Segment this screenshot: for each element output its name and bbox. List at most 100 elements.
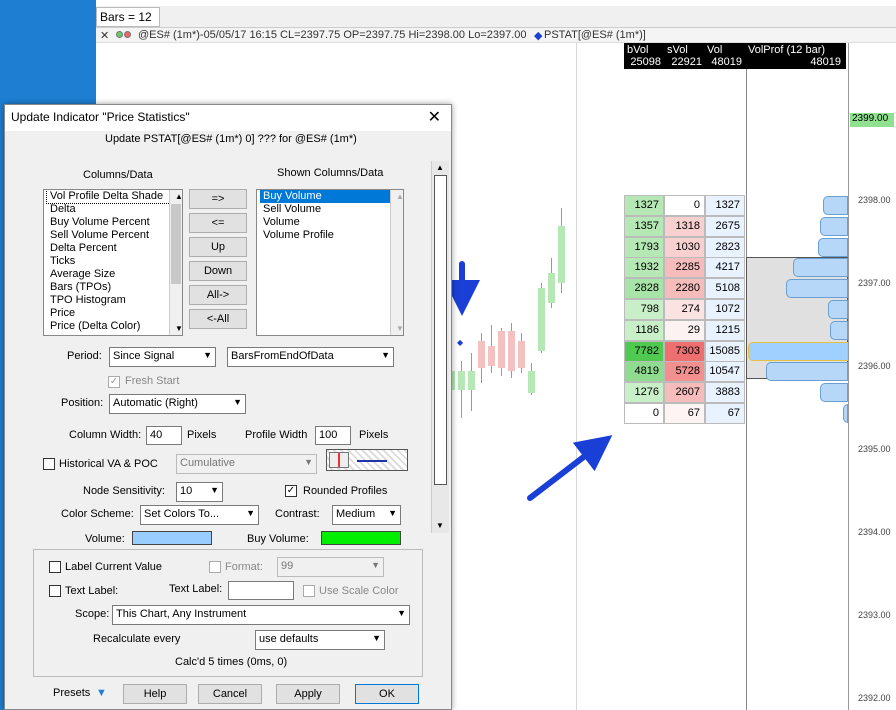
list-scroll-thumb[interactable] bbox=[171, 204, 181, 284]
list-item[interactable]: Vol Profile Delta Shade bbox=[46, 190, 182, 204]
volume-color-label: Volume: bbox=[85, 533, 125, 545]
svol-cell: 2285 bbox=[664, 257, 705, 279]
available-columns-list[interactable]: Vol Profile Delta Shade Delta Buy Volume P… bbox=[43, 189, 183, 336]
position-select[interactable]: Automatic (Right) ▼ bbox=[109, 394, 246, 414]
label-current-checkbox[interactable] bbox=[49, 561, 61, 573]
bvol-cell: 4819 bbox=[624, 361, 664, 383]
list-scrollbar[interactable]: ▲ ▼ bbox=[169, 190, 182, 335]
vol-cell: 10547 bbox=[705, 361, 745, 383]
historical-va-select[interactable]: Cumulative ▼ bbox=[176, 454, 317, 474]
period-select[interactable]: Since Signal ▼ bbox=[109, 347, 216, 367]
scope-value: This Chart, Any Instrument bbox=[116, 608, 247, 620]
svol-cell: 0 bbox=[664, 195, 705, 216]
svol-cell: 5728 bbox=[664, 361, 705, 383]
remove-column-button[interactable]: <= bbox=[189, 213, 247, 233]
dialog-titlebar[interactable]: Update Indicator "Price Statistics" ✕ bbox=[5, 105, 451, 131]
scroll-down-icon[interactable]: ▼ bbox=[393, 322, 403, 335]
shown-columns-list[interactable]: Buy Volume Sell Volume Volume Volume Profil… bbox=[256, 189, 404, 336]
list-scrollbar[interactable]: ▲ ▼ bbox=[390, 190, 403, 335]
close-icon[interactable]: ✕ bbox=[428, 107, 441, 127]
scroll-thumb[interactable] bbox=[434, 175, 447, 485]
vol-cell: 1327 bbox=[705, 195, 745, 216]
close-icon[interactable]: ✕ bbox=[100, 29, 109, 42]
line-style-picker[interactable] bbox=[326, 449, 408, 471]
move-up-button[interactable]: Up bbox=[189, 237, 247, 257]
move-down-button[interactable]: Down bbox=[189, 261, 247, 281]
cancel-button[interactable]: Cancel bbox=[198, 684, 262, 704]
list-item[interactable]: Buy Volume Percent bbox=[47, 216, 182, 229]
node-sensitivity-select[interactable]: 10 ▼ bbox=[176, 482, 223, 502]
format-checkbox[interactable] bbox=[209, 561, 221, 573]
list-item[interactable]: Delta Percent bbox=[47, 242, 182, 255]
indicator-label[interactable]: PSTAT[@ES# (1m*)] bbox=[544, 29, 646, 41]
list-item[interactable]: Price bbox=[47, 307, 182, 320]
list-item[interactable]: Volume Profile bbox=[260, 229, 403, 242]
vol-cell: 3883 bbox=[705, 382, 745, 404]
period-type-select[interactable]: BarsFromEndOfData ▼ bbox=[227, 347, 394, 367]
list-item[interactable]: Ticks bbox=[47, 255, 182, 268]
profile-bar bbox=[830, 320, 848, 340]
update-indicator-dialog[interactable]: Update Indicator "Price Statistics" ✕ Up… bbox=[4, 104, 452, 710]
scroll-up-icon[interactable]: ▲ bbox=[393, 190, 403, 203]
chevron-down-icon: ▼ bbox=[304, 457, 313, 467]
list-item[interactable]: Volume bbox=[260, 216, 403, 229]
presets-label[interactable]: Presets bbox=[53, 687, 90, 699]
dialog-scrollbar[interactable]: ▲ ▼ bbox=[431, 161, 449, 533]
recalculate-select[interactable]: use defaults ▼ bbox=[255, 630, 385, 650]
text-label-checkbox[interactable] bbox=[49, 585, 61, 597]
scroll-up-icon[interactable]: ▲ bbox=[436, 163, 444, 172]
format-select[interactable]: 99 ▼ bbox=[277, 557, 384, 577]
fresh-start-checkbox[interactable]: ✓ bbox=[108, 376, 120, 388]
apply-button[interactable]: Apply bbox=[276, 684, 340, 704]
line-style-swatch bbox=[329, 452, 349, 468]
color-scheme-select[interactable]: Set Colors To... ▼ bbox=[140, 505, 259, 525]
bvol-cell: 0 bbox=[624, 403, 664, 424]
add-column-button[interactable]: => bbox=[189, 189, 247, 209]
vol-cell: 1215 bbox=[705, 319, 745, 341]
list-item[interactable]: TPO Histogram bbox=[47, 294, 182, 307]
use-scale-color-label: Use Scale Color bbox=[319, 585, 399, 597]
column-width-input[interactable]: 40 bbox=[146, 426, 182, 445]
contrast-select[interactable]: Medium ▼ bbox=[332, 505, 401, 525]
volume-color-swatch[interactable] bbox=[132, 531, 212, 545]
ok-button[interactable]: OK bbox=[355, 684, 419, 704]
text-label-input[interactable] bbox=[228, 581, 294, 600]
scroll-down-icon[interactable]: ▼ bbox=[172, 322, 182, 335]
signal-diamond-icon: ◆ bbox=[457, 338, 464, 347]
use-scale-color-checkbox[interactable] bbox=[303, 585, 315, 597]
help-button[interactable]: Help bbox=[123, 684, 187, 704]
candle bbox=[508, 331, 515, 371]
vol-cell: 67 bbox=[705, 403, 745, 424]
status-dots-icon[interactable] bbox=[116, 29, 132, 41]
list-item[interactable]: Delta bbox=[47, 203, 182, 216]
svol-cell: 29 bbox=[664, 319, 705, 341]
contrast-label: Contrast: bbox=[275, 508, 320, 520]
list-item[interactable]: Price (Delta Color) bbox=[47, 320, 182, 333]
price-axis-line bbox=[848, 43, 849, 710]
period-label: Period: bbox=[67, 350, 102, 362]
bars-input[interactable]: Bars = 12 bbox=[96, 7, 160, 27]
rounded-profiles-checkbox[interactable]: ✓ bbox=[285, 485, 297, 497]
add-all-button[interactable]: All-> bbox=[189, 285, 247, 305]
profile-width-input[interactable]: 100 bbox=[315, 426, 351, 445]
scroll-down-icon[interactable]: ▼ bbox=[436, 521, 444, 530]
recalculate-label: Recalculate every bbox=[93, 633, 181, 645]
candle bbox=[498, 331, 505, 368]
list-item[interactable]: Bars (TPOs) bbox=[47, 281, 182, 294]
remove-all-button[interactable]: <-All bbox=[189, 309, 247, 329]
scope-select[interactable]: This Chart, Any Instrument ▼ bbox=[112, 605, 410, 625]
list-item[interactable]: Buy Volume bbox=[260, 190, 403, 203]
profile-bar bbox=[766, 362, 848, 382]
candle bbox=[558, 226, 565, 283]
list-item[interactable]: Sell Volume Percent bbox=[47, 229, 182, 242]
bvol-cell: 1276 bbox=[624, 382, 664, 404]
col-header-bvol: bVol bbox=[627, 44, 649, 56]
historical-va-checkbox[interactable] bbox=[43, 458, 55, 470]
scroll-up-icon[interactable]: ▲ bbox=[172, 190, 182, 203]
current-price-tag: 2399.00 bbox=[850, 113, 894, 127]
candle bbox=[478, 341, 485, 368]
buy-volume-color-swatch[interactable] bbox=[321, 531, 401, 545]
presets-chevron-icon[interactable]: ▼ bbox=[96, 687, 107, 699]
list-item[interactable]: Average Size bbox=[47, 268, 182, 281]
list-item[interactable]: Sell Volume bbox=[260, 203, 403, 216]
